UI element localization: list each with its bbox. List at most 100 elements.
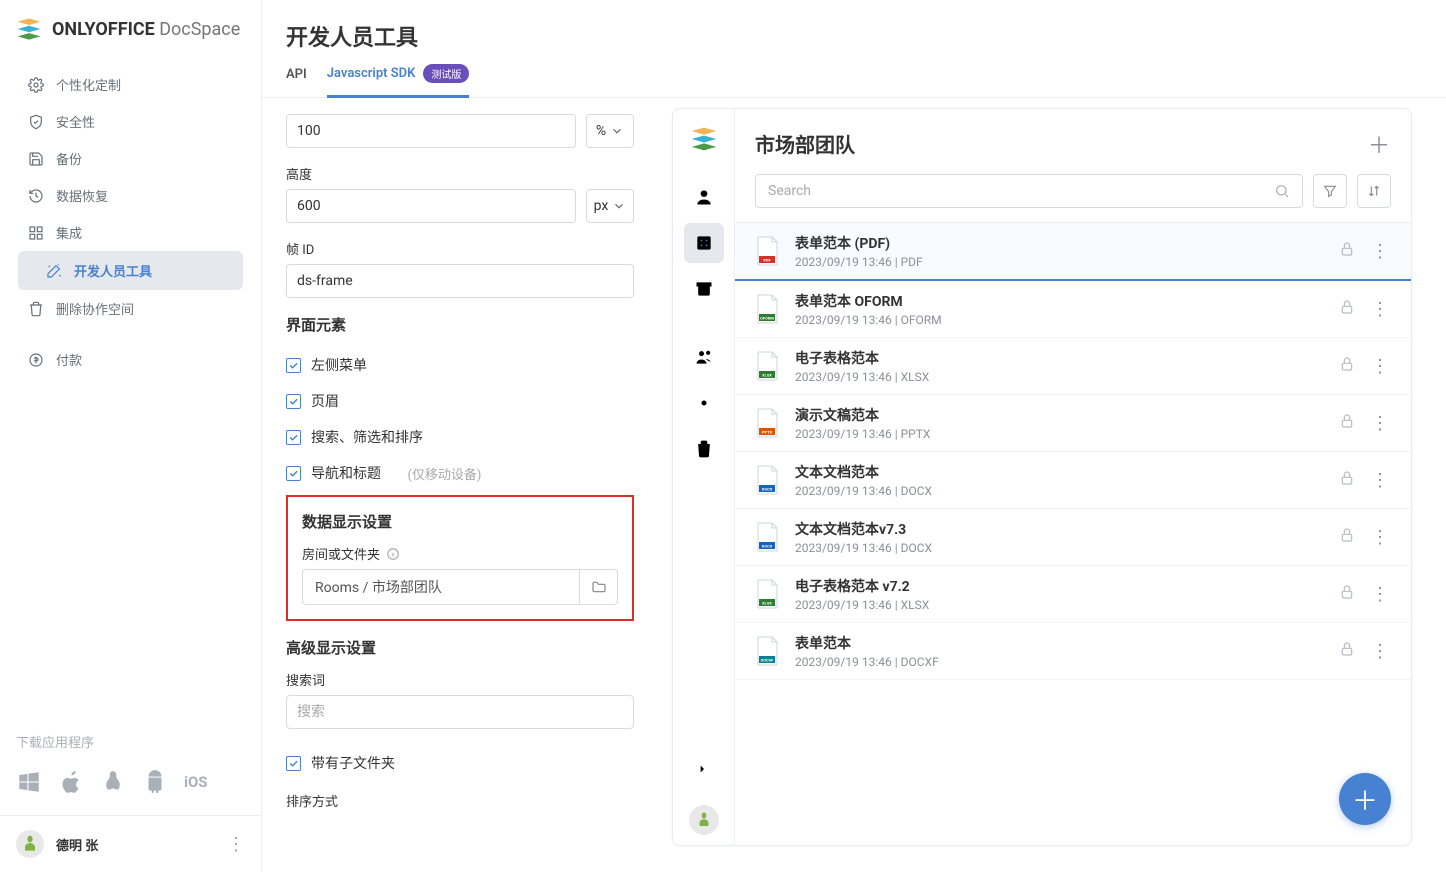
file-row[interactable]: DOCX 文本文档范本 2023/09/19 13:46 | DOCX ⋮ — [735, 452, 1411, 509]
row-more-button[interactable]: ⋮ — [1369, 584, 1391, 605]
file-icon: XLSX — [755, 578, 781, 610]
sidebar-item-delete[interactable]: 删除协作空间 — [0, 290, 261, 327]
lock-icon[interactable] — [1339, 584, 1355, 604]
lock-icon[interactable] — [1339, 241, 1355, 261]
checkbox-row-header[interactable]: 页眉 — [286, 383, 634, 419]
room-path: Rooms / 市场部团队 — [303, 577, 579, 597]
file-row[interactable]: PDF 表单范本 (PDF) 2023/09/19 13:46 | PDF ⋮ — [735, 223, 1411, 281]
lock-icon[interactable] — [1339, 527, 1355, 547]
sidebar-item-security[interactable]: 安全性 — [0, 103, 261, 140]
sidebar-item-label: 集成 — [56, 223, 82, 242]
file-name: 演示文稿范本 — [795, 405, 1325, 425]
row-more-button[interactable]: ⋮ — [1369, 470, 1391, 491]
sort-button[interactable] — [1357, 174, 1391, 208]
rail-item-accounts[interactable] — [684, 337, 724, 377]
lock-icon[interactable] — [1339, 299, 1355, 319]
file-row[interactable]: PPTX 演示文稿范本 2023/09/19 13:46 | PPTX ⋮ — [735, 395, 1411, 452]
file-row[interactable]: OFORM 表单范本 OFORM 2023/09/19 13:46 | OFOR… — [735, 281, 1411, 338]
preview-logo[interactable] — [673, 109, 734, 173]
rail-item-trash[interactable] — [684, 429, 724, 469]
windows-icon[interactable] — [16, 769, 42, 799]
lock-icon[interactable] — [1339, 356, 1355, 376]
sort-icon — [1366, 183, 1382, 199]
room-label-text: 房间或文件夹 — [302, 544, 380, 563]
checkbox-label: 页眉 — [311, 391, 339, 411]
row-more-button[interactable]: ⋮ — [1369, 413, 1391, 434]
sidebar-item-backup[interactable]: 备份 — [0, 140, 261, 177]
row-more-button[interactable]: ⋮ — [1369, 641, 1391, 662]
row-more-button[interactable]: ⋮ — [1369, 356, 1391, 377]
ui-section-heading: 界面元素 — [286, 314, 634, 335]
sidebar-item-restore[interactable]: 数据恢复 — [0, 177, 261, 214]
lock-icon[interactable] — [1339, 413, 1355, 433]
filter-button[interactable] — [1313, 174, 1347, 208]
file-row[interactable]: XLSX 电子表格范本 2023/09/19 13:46 | XLSX ⋮ — [735, 338, 1411, 395]
sidebar-item-payments[interactable]: 付款 — [0, 341, 261, 378]
unit-label: % — [596, 123, 606, 139]
sidebar-nav: 个性化定制 安全性 备份 数据恢复 集成 开发人员工具 — [0, 58, 261, 712]
sidebar-item-developer[interactable]: 开发人员工具 — [18, 251, 243, 290]
macos-icon[interactable] — [58, 769, 84, 799]
beta-badge: 测试版 — [423, 64, 469, 83]
height-input[interactable] — [286, 189, 576, 223]
rail-collapse-button[interactable] — [673, 747, 734, 795]
rail-item-rooms[interactable] — [684, 223, 724, 263]
rail-item-settings[interactable] — [684, 383, 724, 423]
tab-sdk[interactable]: Javascript SDK 测试版 — [327, 64, 470, 98]
tab-label: API — [286, 67, 307, 82]
checkbox-row-search[interactable]: 搜索、筛选和排序 — [286, 419, 634, 455]
trash-icon — [28, 301, 44, 317]
file-icon: PPTX — [755, 407, 781, 439]
checkbox-label: 导航和标题 — [311, 463, 381, 483]
sidebar-item-integration[interactable]: 集成 — [0, 214, 261, 251]
room-selector[interactable]: Rooms / 市场部团队 — [302, 569, 618, 605]
lock-icon[interactable] — [1339, 470, 1355, 490]
user-bar[interactable]: 德明 张 ⋮ — [0, 815, 261, 872]
width-input[interactable] — [286, 114, 576, 148]
preview-avatar[interactable] — [673, 795, 734, 845]
mobile-hint: (仅移动设备) — [407, 464, 481, 483]
file-row[interactable]: DOCXF 表单范本 2023/09/19 13:46 | DOCXF ⋮ — [735, 623, 1411, 680]
file-row[interactable]: XLSX 电子表格范本 v7.2 2023/09/19 13:46 | XLSX… — [735, 566, 1411, 623]
info-icon[interactable] — [386, 547, 400, 561]
lock-icon[interactable] — [1339, 641, 1355, 661]
file-icon: DOCX — [755, 464, 781, 496]
avatar-icon — [20, 834, 40, 854]
tab-api[interactable]: API — [286, 64, 307, 97]
ios-icon[interactable]: iOS — [184, 769, 208, 799]
logo[interactable]: ONLYOFFICE DocSpace — [0, 0, 261, 58]
width-unit-select[interactable]: % — [586, 114, 634, 148]
frame-input[interactable] — [286, 264, 634, 298]
page-title: 开发人员工具 — [262, 0, 1446, 64]
preview-add-button[interactable]: ＋ — [1367, 132, 1391, 156]
preview-search-input[interactable]: Search — [755, 174, 1303, 208]
height-unit-select[interactable]: px — [586, 189, 634, 223]
file-meta: 2023/09/19 13:46 | DOCXF — [795, 655, 1325, 669]
row-more-button[interactable]: ⋮ — [1369, 527, 1391, 548]
checkbox-row-subfolders[interactable]: 带有子文件夹 — [286, 745, 634, 781]
file-row[interactable]: DOCX 文本文档范本v7.3 2023/09/19 13:46 | DOCX … — [735, 509, 1411, 566]
android-icon[interactable] — [142, 769, 168, 799]
brand-light: DocSpace — [159, 19, 240, 40]
file-icon: DOCX — [755, 521, 781, 553]
checkbox-row-nav[interactable]: 导航和标题 (仅移动设备) — [286, 455, 634, 491]
save-icon — [28, 151, 44, 167]
search-icon — [1274, 183, 1290, 199]
row-more-button[interactable]: ⋮ — [1369, 299, 1391, 320]
rail-item-profile[interactable] — [684, 177, 724, 217]
linux-icon[interactable] — [100, 769, 126, 799]
platform-icons: iOS — [0, 765, 261, 815]
row-more-button[interactable]: ⋮ — [1369, 241, 1391, 262]
search-input[interactable] — [286, 695, 634, 729]
fab-add-button[interactable]: ＋ — [1339, 773, 1391, 825]
user-more-icon[interactable]: ⋮ — [227, 834, 245, 855]
tab-bar: API Javascript SDK 测试版 — [262, 64, 1446, 98]
grid-icon — [28, 225, 44, 241]
rail-item-archive[interactable] — [684, 269, 724, 309]
logo-icon — [690, 127, 718, 151]
advanced-section-heading: 高级显示设置 — [286, 637, 634, 658]
sidebar-item-customization[interactable]: 个性化定制 — [0, 66, 261, 103]
file-meta: 2023/09/19 13:46 | DOCX — [795, 484, 1325, 498]
folder-browse-button[interactable] — [579, 570, 617, 604]
checkbox-row-leftmenu[interactable]: 左侧菜单 — [286, 347, 634, 383]
